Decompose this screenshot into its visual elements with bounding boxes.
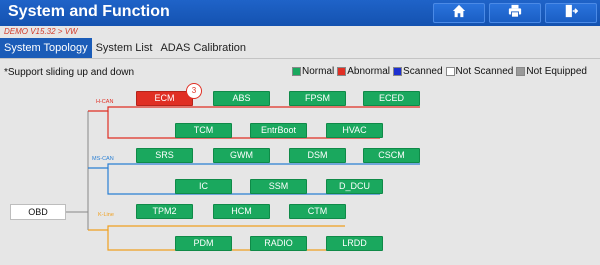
module-hcm[interactable]: HCM: [213, 204, 270, 219]
module-ctm[interactable]: CTM: [289, 204, 346, 219]
module-ssm[interactable]: SSM: [250, 179, 307, 194]
module-ic[interactable]: IC: [175, 179, 232, 194]
module-eced[interactable]: ECED: [363, 91, 420, 106]
module-pdm[interactable]: PDM: [175, 236, 232, 251]
bus-label-mscan: MS-CAN: [92, 156, 114, 162]
module-srs[interactable]: SRS: [136, 148, 193, 163]
bus-label-kline: K-Line: [98, 212, 114, 218]
module-abs[interactable]: ABS: [213, 91, 270, 106]
bus-label-hcan: H-CAN: [96, 99, 114, 105]
module-hvac[interactable]: HVAC: [326, 123, 383, 138]
module-ecm[interactable]: ECM: [136, 91, 193, 106]
module-lrdd[interactable]: LRDD: [326, 236, 383, 251]
module-d-dcu[interactable]: D_DCU: [326, 179, 383, 194]
module-radio[interactable]: RADIO: [250, 236, 307, 251]
obd-root-node[interactable]: OBD: [10, 204, 66, 220]
module-fpsm[interactable]: FPSM: [289, 91, 346, 106]
module-cscm[interactable]: CSCM: [363, 148, 420, 163]
module-entrboot[interactable]: EntrBoot: [250, 123, 307, 138]
module-dsm[interactable]: DSM: [289, 148, 346, 163]
fault-count-badge: 3: [186, 83, 202, 99]
module-tcm[interactable]: TCM: [175, 123, 232, 138]
module-tpm2[interactable]: TPM2: [136, 204, 193, 219]
module-gwm[interactable]: GWM: [213, 148, 270, 163]
